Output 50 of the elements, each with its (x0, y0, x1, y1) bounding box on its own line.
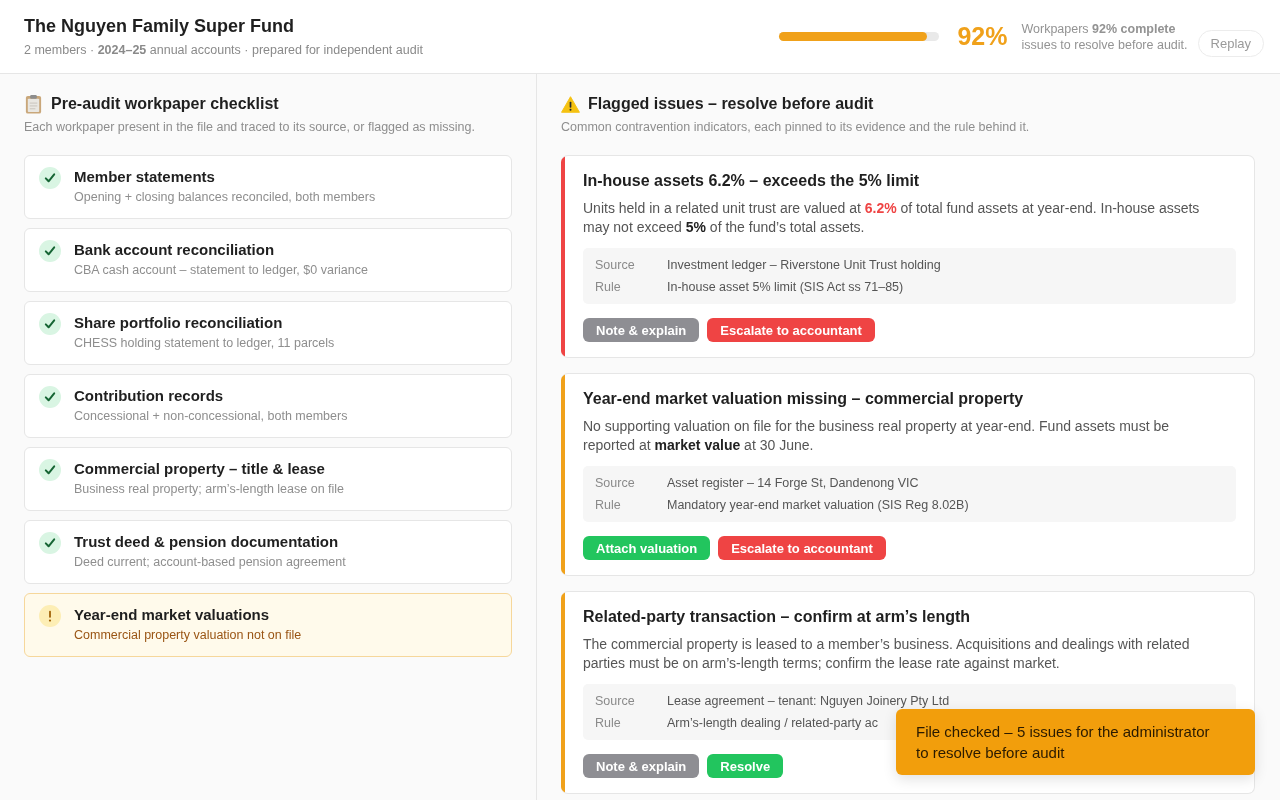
issue-title: Year-end market valuation missing – commercial property (583, 389, 1025, 409)
checklist-item-detail: Concessional + non-concessional, both members (74, 408, 348, 425)
evidence-label: Source (595, 257, 636, 274)
checklist-heading: Pre-audit workpaper checklist (51, 94, 279, 114)
checklist-item-detail: CHESS holding statement to ledger, 11 parcels (74, 335, 335, 352)
evidence-label: Rule (595, 279, 622, 296)
issue-description: Units held in a related unit trust are valued at 6.2% of total fund assets at year-end. In-house assets may not exceed 5% of the fund’s total assets. (583, 199, 1201, 236)
evidence-value: In-house asset 5% limit (SIS Act ss 71–85) (667, 279, 904, 296)
checklist-item-title: Member statements (74, 167, 216, 187)
action-button[interactable]: Note & explain (583, 754, 700, 778)
checklist-item-detail: CBA cash account – statement to ledger, $0 variance (74, 262, 368, 279)
issues-heading: Flagged issues – resolve before audit (588, 94, 874, 114)
evidence-label: Rule (595, 715, 622, 732)
checklist-item-title: Bank account reconciliation (74, 240, 276, 260)
checklist-item-detail: Opening + closing balances reconciled, both members (74, 189, 376, 206)
action-button[interactable]: Attach valuation (583, 536, 711, 560)
checklist-item-detail: Deed current; account-based pension agreement (74, 554, 346, 571)
checklist-item-title: Year-end market valuations (74, 605, 271, 625)
action-button[interactable]: Escalate to accountant (718, 536, 886, 560)
action-button[interactable]: Resolve (707, 754, 784, 778)
evidence-value: Arm’s-length dealing / related-party ac (667, 715, 878, 732)
checklist-item-title: Trust deed & pension documentation (74, 532, 340, 552)
fund-title: The Nguyen Family Super Fund (24, 15, 296, 37)
percent-complete: 92% (957, 22, 1008, 51)
replay-button[interactable]: Replay (1197, 30, 1264, 57)
completion-summary: Workpapers 92% complete issues to resolve before audit. (1021, 20, 1188, 53)
evidence-value: Mandatory year-end market valuation (SIS Reg 8.02B) (667, 497, 969, 514)
issue-description: The commercial property is leased to a member’s business. Acquisitions and dealings with related parties must be on arm’s-length terms; confirm the lease rate against market. (583, 635, 1191, 672)
issues-description: Common contravention indicators, each pinned to its evidence and the rule behind it. (561, 119, 1031, 135)
checklist-description: Each workpaper present in the file and traced to its source, or flagged as missing. (24, 119, 476, 135)
fund-subtitle: 2 members · 2024–25 annual accounts · prepared for independent audit (24, 42, 423, 58)
clipboard-icon (24, 94, 43, 114)
checklist-item-detail: Commercial property valuation not on file (74, 627, 302, 644)
evidence-label: Source (595, 693, 636, 710)
evidence-value: Lease agreement – tenant: Nguyen Joinery Pty Ltd (667, 693, 950, 710)
warning-icon (561, 94, 580, 114)
issue-description: No supporting valuation on file for the business real property at year-end. Fund assets must be reported at market value at 30 June. (583, 417, 1170, 454)
issue-title: In-house assets 6.2% – exceeds the 5% limit (583, 171, 921, 191)
evidence-label: Source (595, 475, 636, 492)
checklist-item-title: Contribution records (74, 386, 225, 406)
evidence-label: Rule (595, 497, 622, 514)
evidence-value: Asset register – 14 Forge St, Dandenong VIC (667, 475, 919, 492)
issue-title: Related-party transaction – confirm at arm’s length (583, 607, 972, 627)
action-button[interactable]: Note & explain (583, 318, 700, 342)
evidence-value: Investment ledger – Riverstone Unit Trust holding (667, 257, 941, 274)
status-toast: File checked – 5 issues for the administrator to resolve before audit (896, 709, 1255, 775)
action-button[interactable]: Escalate to accountant (707, 318, 875, 342)
checklist-item-title: Share portfolio reconciliation (74, 313, 284, 333)
checklist-item-detail: Business real property; arm’s-length lease on file (74, 481, 345, 498)
checklist-item-title: Commercial property – title & lease (74, 459, 326, 479)
